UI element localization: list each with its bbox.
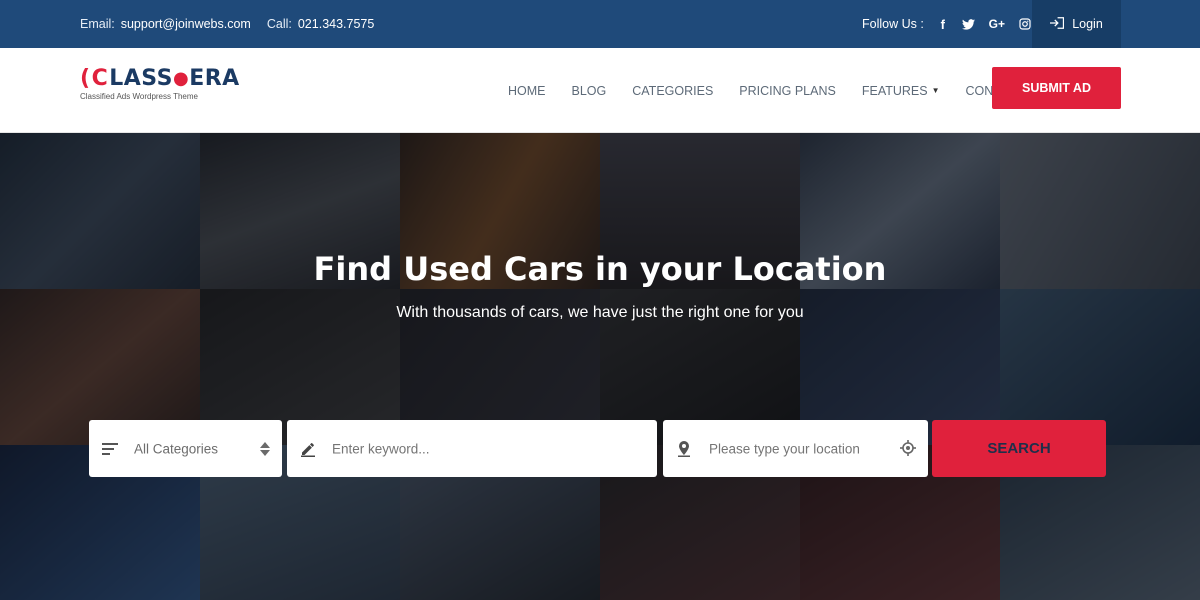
login-button[interactable]: Login — [1032, 0, 1121, 48]
search-button[interactable]: SEARCH — [932, 420, 1106, 477]
category-select[interactable]: All Categories — [89, 420, 282, 477]
keyword-input[interactable] — [332, 441, 632, 456]
keyword-field[interactable] — [287, 420, 657, 477]
location-field[interactable] — [663, 420, 928, 477]
hero-overlay — [0, 133, 1200, 600]
nav-features[interactable]: FEATURES ▼ — [862, 84, 940, 98]
phone-value[interactable]: 021.343.7575 — [298, 17, 374, 31]
hero-title: Find Used Cars in your Location — [313, 250, 887, 288]
nav-home[interactable]: HOME — [508, 84, 546, 98]
hero-subtitle: With thousands of cars, we have just the… — [396, 304, 804, 321]
hero-section: Find Used Cars in your Location With tho… — [0, 133, 1200, 600]
location-input[interactable] — [709, 441, 894, 456]
main-header: (C LASS ● ERA Classified Ads Wordpress Them… — [0, 48, 1200, 133]
nav-blog[interactable]: BLOG — [572, 84, 607, 98]
pencil-icon — [299, 440, 317, 458]
login-label: Login — [1072, 17, 1103, 31]
nav-categories[interactable]: CATEGORIES — [632, 84, 713, 98]
map-pin-icon — [675, 440, 693, 458]
top-bar: Email: support@joinwebs.com Call: 021.34… — [0, 0, 1200, 48]
follow-us: Follow Us : f G+ — [862, 0, 1032, 48]
facebook-icon[interactable]: f — [936, 17, 950, 32]
submit-ad-button[interactable]: SUBMIT AD — [992, 67, 1121, 109]
sign-in-icon — [1050, 16, 1065, 32]
email-label: Email: — [80, 17, 115, 31]
nav-pricing-plans[interactable]: PRICING PLANS — [739, 84, 836, 98]
contact-info: Email: support@joinwebs.com Call: 021.34… — [80, 0, 384, 48]
follow-label: Follow Us : — [862, 17, 924, 31]
email-value[interactable]: support@joinwebs.com — [121, 17, 251, 31]
site-logo[interactable]: (C LASS ● ERA Classified Ads Wordpress Them… — [80, 66, 240, 116]
nav-features-label: FEATURES — [861, 83, 928, 98]
google-plus-icon[interactable]: G+ — [988, 17, 1006, 31]
logo-tagline: Classified Ads Wordpress Theme — [80, 92, 198, 101]
category-value: All Categories — [134, 441, 219, 456]
caret-down-icon: ▼ — [931, 86, 940, 95]
instagram-icon[interactable] — [1018, 18, 1032, 30]
select-arrows-icon — [260, 441, 270, 456]
main-nav: HOME BLOG CATEGORIES PRICING PLANS FEATU… — [508, 48, 1025, 133]
logo-brand: (C LASS ● ERA — [80, 66, 240, 91]
call-label: Call: — [266, 17, 292, 31]
twitter-icon[interactable] — [962, 18, 976, 30]
crosshair-icon[interactable] — [900, 439, 918, 458]
sort-lines-icon — [101, 440, 119, 458]
social-links: f G+ — [936, 17, 1032, 32]
